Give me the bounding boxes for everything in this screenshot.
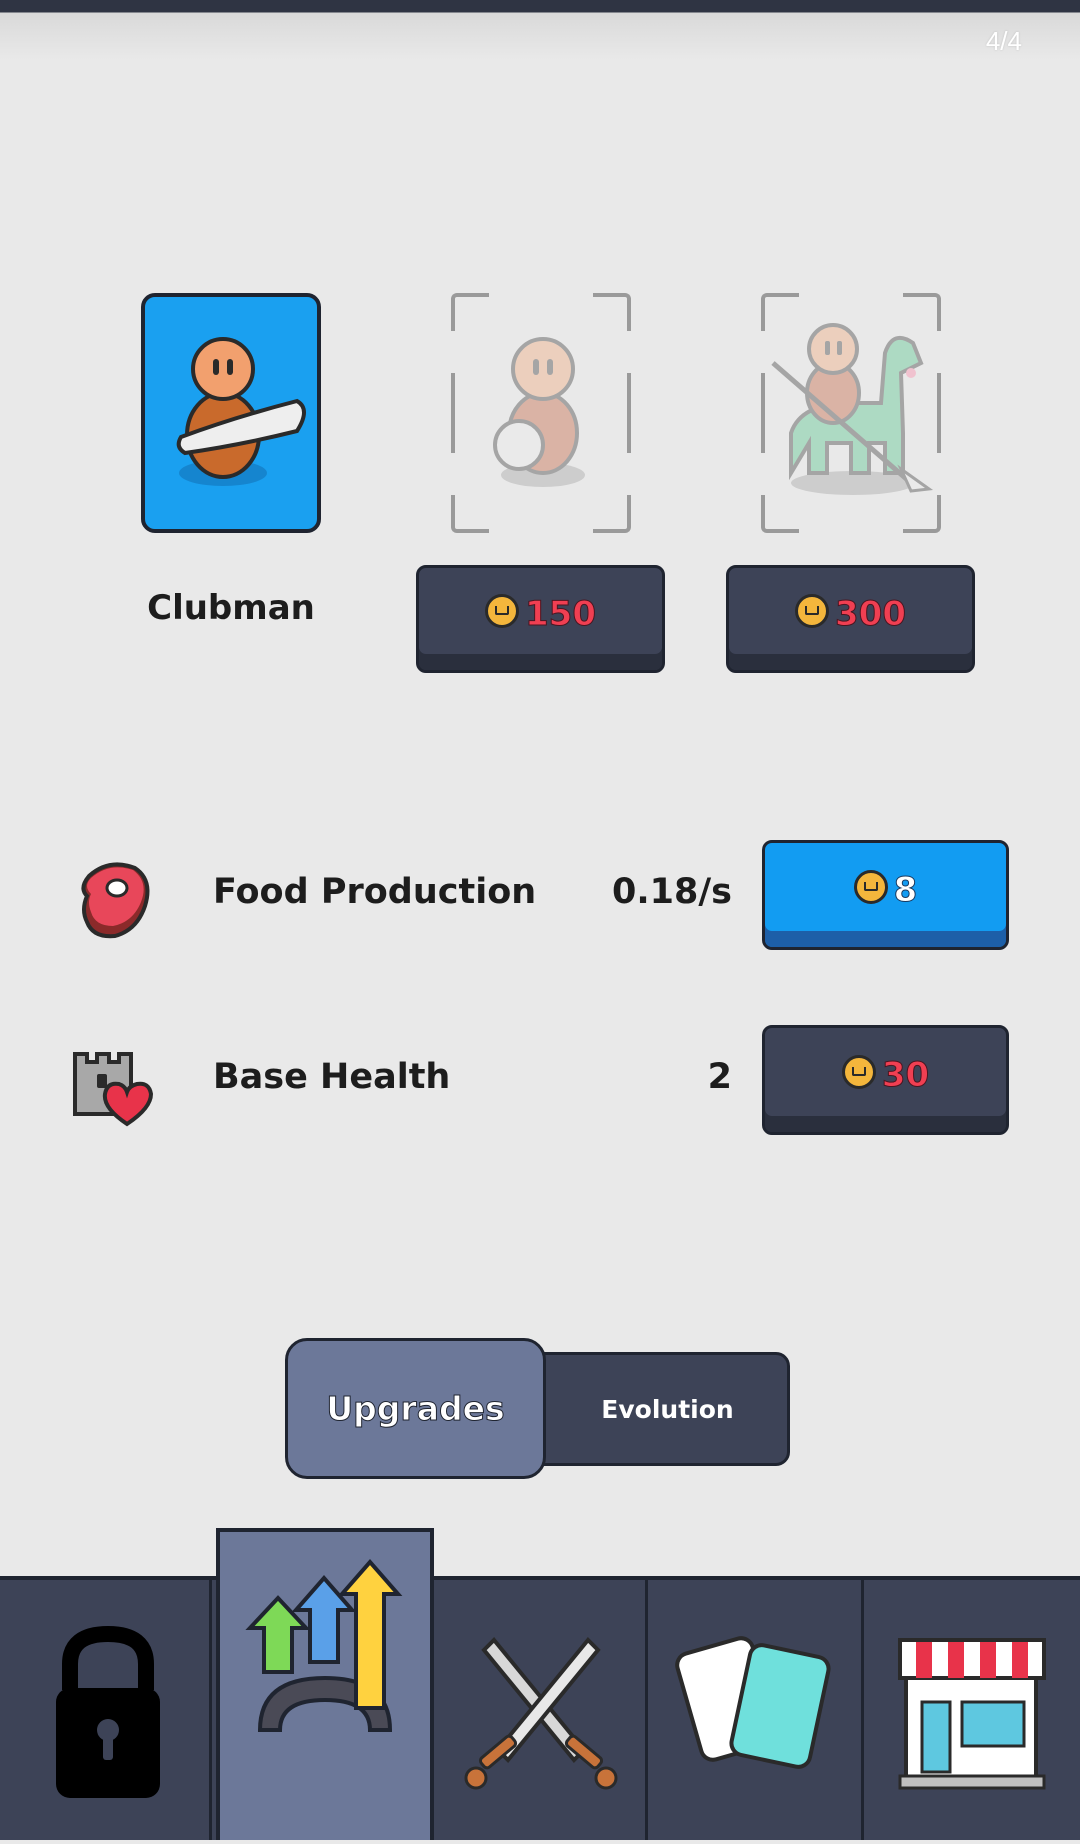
shield-unit-icon: [493, 337, 585, 487]
unlock-unit-button-1[interactable]: 150: [416, 565, 665, 673]
crown-coin-icon: [485, 594, 519, 628]
crown-coin-icon: [841, 1055, 876, 1089]
stat-label-food-production: Food Production: [213, 872, 537, 912]
status-bar: 4/4: [0, 0, 1080, 60]
lock-icon: [56, 1625, 160, 1798]
stat-value-food-production: 0.18/s: [612, 872, 732, 912]
dino-rider-icon: [771, 323, 934, 495]
unlock-cost-1: 150: [525, 594, 597, 635]
upgrade-evolution-tabs: Evolution Upgrades: [285, 1338, 790, 1479]
crown-coin-icon: [795, 594, 829, 628]
tab-upgrades-label: Upgrades: [326, 1389, 505, 1429]
unit-card-locked-1[interactable]: [451, 293, 631, 533]
cards-icon: [675, 1636, 831, 1769]
unit-card-locked-2[interactable]: [761, 293, 941, 533]
stat-label-base-health: Base Health: [213, 1057, 451, 1097]
upgrade-cost-food-production: 8: [893, 870, 918, 911]
unit-card-clubman[interactable]: [141, 293, 321, 533]
upgrade-base-health-button[interactable]: 30: [762, 1025, 1009, 1135]
upgrade-arrows-icon: [245, 1558, 403, 1732]
nav-item-upgrades[interactable]: [216, 1528, 434, 1840]
tab-upgrades[interactable]: Upgrades: [285, 1338, 546, 1479]
unit-name-clubman: Clubman: [147, 588, 315, 628]
upgrade-food-production-button[interactable]: 8: [762, 840, 1009, 950]
upgrade-cost-base-health: 30: [881, 1055, 930, 1096]
unlock-cost-2: 300: [835, 594, 907, 635]
meat-icon: [81, 862, 150, 939]
stat-value-base-health: 2: [707, 1057, 732, 1097]
crossed-swords-icon: [464, 1637, 618, 1790]
clubman-icon: [176, 337, 306, 486]
tab-evolution[interactable]: Evolution: [525, 1352, 790, 1466]
unlock-unit-button-2[interactable]: 300: [726, 565, 975, 673]
tab-evolution-label: Evolution: [601, 1394, 734, 1424]
nav-item-locked[interactable]: [0, 1580, 212, 1840]
page-indicator: 4/4: [985, 26, 1022, 56]
nav-item-cards[interactable]: [648, 1580, 864, 1840]
shop-icon: [898, 1638, 1046, 1790]
crown-coin-icon: [853, 870, 888, 904]
nav-item-battle[interactable]: [434, 1580, 648, 1840]
nav-item-shop[interactable]: [864, 1580, 1080, 1840]
castle-heart-icon: [73, 1052, 154, 1127]
